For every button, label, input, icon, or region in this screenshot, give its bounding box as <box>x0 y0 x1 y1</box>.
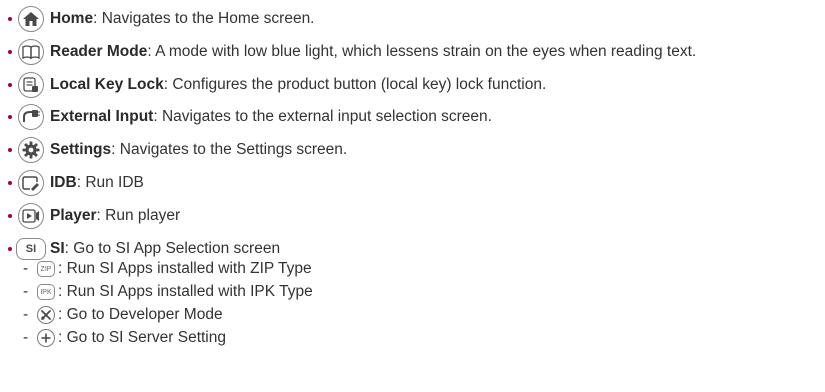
dash: - <box>23 329 29 346</box>
plus-icon <box>37 329 55 347</box>
item-text: SI: Go to SI App Selection screen <box>50 240 281 257</box>
si-icon: SI <box>16 238 46 260</box>
home-icon <box>18 6 44 32</box>
gear-icon <box>18 137 44 163</box>
ipk-icon: IPK <box>37 284 55 300</box>
item-text: Local Key Lock: Configures the product b… <box>50 76 547 93</box>
dash: - <box>23 306 29 323</box>
bullet <box>8 247 12 251</box>
sub-item-text: : Run SI Apps installed with IPK Type <box>58 283 313 300</box>
item-text: External Input: Navigates to the externa… <box>50 108 492 125</box>
sub-item-text: : Go to SI Server Setting <box>58 329 226 346</box>
bullet <box>8 214 12 218</box>
zip-icon: ZIP <box>37 261 55 277</box>
input-plug-icon <box>18 104 44 130</box>
sub-item-text: : Run SI Apps installed with ZIP Type <box>58 260 312 277</box>
sub-item-text: : Go to Developer Mode <box>58 306 223 323</box>
bullet <box>8 115 12 119</box>
idb-icon <box>18 170 44 196</box>
item-text: Reader Mode: A mode with low blue light,… <box>50 43 697 60</box>
bullet <box>8 181 12 185</box>
item-text: Home: Navigates to the Home screen. <box>50 10 315 27</box>
player-icon <box>18 203 44 229</box>
si-icon-label: SI <box>25 243 37 255</box>
item-text: Settings: Navigates to the Settings scre… <box>50 141 348 158</box>
bullet <box>8 83 12 87</box>
bullet <box>8 148 12 152</box>
book-icon <box>18 39 44 65</box>
dash: - <box>23 260 29 277</box>
bullet <box>8 17 12 21</box>
dash: - <box>23 283 29 300</box>
item-text: Player: Run player <box>50 207 181 224</box>
bullet <box>8 50 12 54</box>
item-text: IDB: Run IDB <box>50 174 144 191</box>
key-lock-icon <box>18 72 44 98</box>
developer-mode-icon <box>37 306 55 324</box>
